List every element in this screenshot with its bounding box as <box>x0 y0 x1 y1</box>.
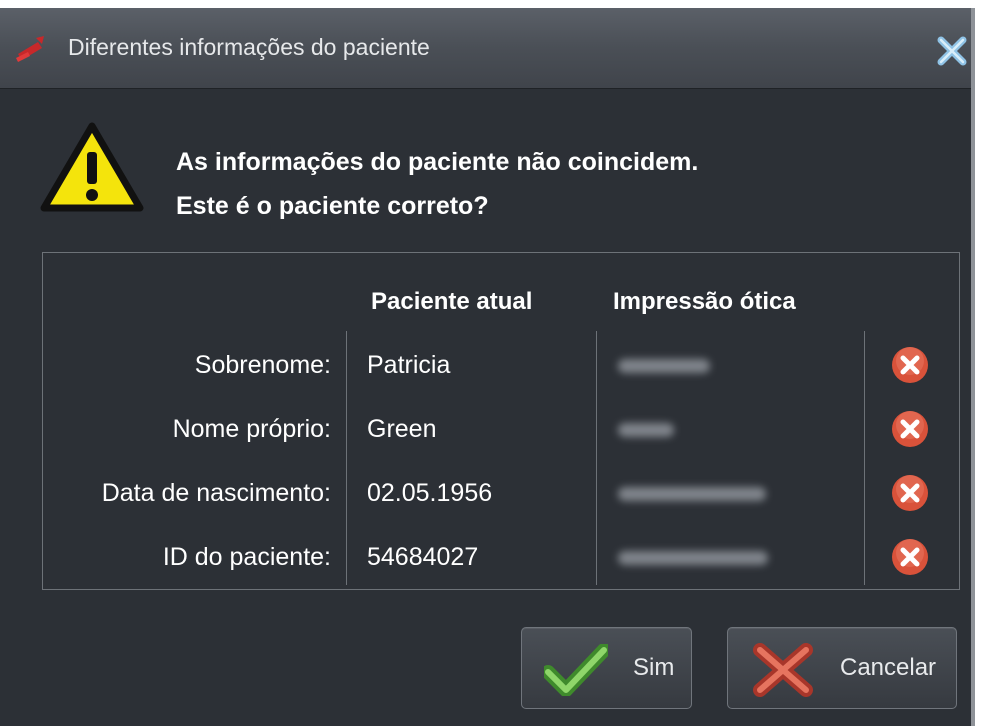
yes-button[interactable]: Sim <box>521 627 692 709</box>
row-label-surname: Sobrenome: <box>194 351 331 379</box>
cancel-button-label: Cancelar <box>840 654 937 681</box>
close-icon[interactable] <box>937 36 967 66</box>
warning-icon <box>40 122 144 212</box>
column-divider <box>346 331 347 585</box>
row-label-first-name: Nome próprio: <box>172 415 331 443</box>
message-line-1: As informações do paciente não coincidem… <box>176 148 699 176</box>
mismatch-icon <box>892 411 928 447</box>
column-divider <box>864 331 865 585</box>
cancel-button[interactable]: Cancelar <box>727 627 957 709</box>
yes-button-label: Sim <box>633 654 675 681</box>
optical-first-name-redacted <box>618 423 674 437</box>
message-line-2: Este é o paciente correto? <box>176 192 489 220</box>
mismatch-icon <box>892 347 928 383</box>
optical-surname-redacted <box>618 359 710 373</box>
column-header-current: Paciente atual <box>371 288 533 315</box>
cross-icon <box>753 643 813 697</box>
optical-patient-id-redacted <box>618 551 768 565</box>
current-birth-date: 02.05.1956 <box>367 479 493 507</box>
optical-birth-date-redacted <box>618 487 766 501</box>
column-divider <box>596 331 597 585</box>
comparison-table: Paciente atual Impressão ótica Sobrenome… <box>42 252 960 590</box>
column-header-optical: Impressão ótica <box>613 288 796 315</box>
current-first-name: Green <box>367 415 437 443</box>
current-surname: Patricia <box>367 351 451 379</box>
row-label-birth-date: Data de nascimento: <box>101 479 331 507</box>
patient-info-dialog: Diferentes informações do paciente As in… <box>0 8 975 726</box>
mismatch-icon <box>892 539 928 575</box>
title-bar: Diferentes informações do paciente <box>0 8 971 89</box>
current-patient-id: 54684027 <box>367 543 479 571</box>
patient-swap-icon <box>16 36 44 62</box>
window-title: Diferentes informações do paciente <box>68 34 430 60</box>
mismatch-icon <box>892 475 928 511</box>
row-label-patient-id: ID do paciente: <box>162 543 331 571</box>
checkmark-icon <box>544 644 608 696</box>
